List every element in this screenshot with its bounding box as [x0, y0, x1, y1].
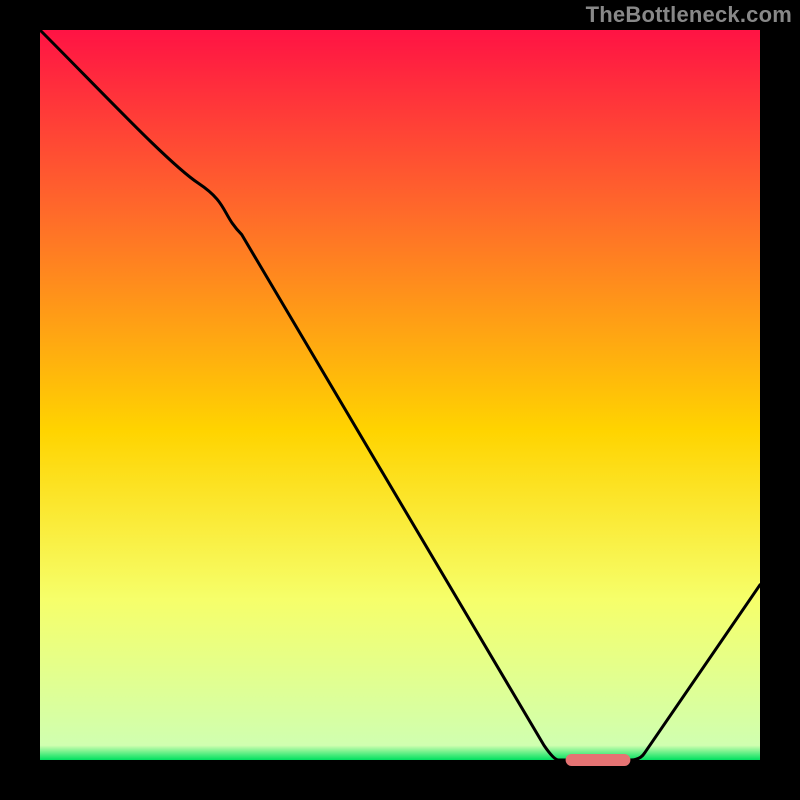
chart-svg	[0, 0, 800, 800]
optimal-marker	[566, 754, 631, 766]
watermark-text: TheBottleneck.com	[586, 2, 792, 28]
chart-container: TheBottleneck.com	[0, 0, 800, 800]
